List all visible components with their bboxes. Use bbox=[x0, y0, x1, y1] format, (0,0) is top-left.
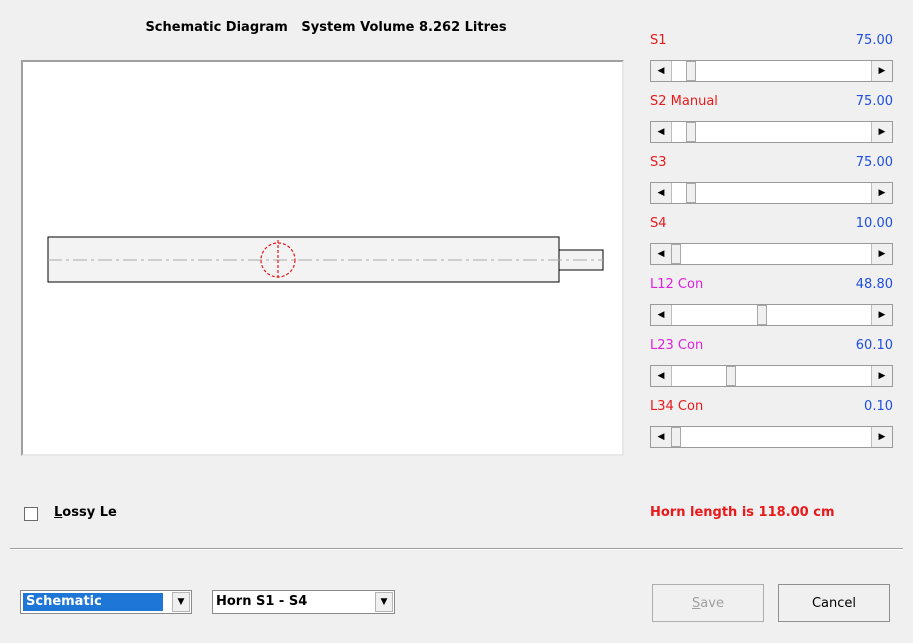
slider-thumb[interactable] bbox=[757, 305, 767, 325]
slider-scrollbar[interactable]: ◀ ▶ bbox=[650, 243, 893, 265]
cancel-button[interactable]: Cancel bbox=[778, 584, 890, 622]
schematic-canvas bbox=[21, 60, 624, 456]
arrow-left-icon[interactable]: ◀ bbox=[651, 122, 672, 142]
slider-thumb[interactable] bbox=[686, 122, 696, 142]
arrow-left-icon[interactable]: ◀ bbox=[651, 305, 672, 325]
slider-scrollbar[interactable]: ◀ ▶ bbox=[650, 121, 893, 143]
slider-value: 75.00 bbox=[855, 33, 893, 48]
horn-schematic bbox=[47, 236, 604, 283]
save-accelerator: S bbox=[692, 595, 701, 611]
lossy-checkbox[interactable] bbox=[24, 507, 38, 521]
view-select[interactable]: Schematic ▼ bbox=[20, 590, 192, 614]
horn-length-status: Horn length is 118.00 cm bbox=[650, 505, 835, 520]
arrow-right-icon[interactable]: ▶ bbox=[871, 244, 892, 264]
slider-value: 75.00 bbox=[855, 155, 893, 170]
slider-label: L23 Con bbox=[650, 338, 704, 353]
arrow-left-icon[interactable]: ◀ bbox=[651, 61, 672, 81]
arrow-right-icon[interactable]: ▶ bbox=[871, 427, 892, 447]
slider-label: S3 bbox=[650, 155, 667, 170]
slider-scrollbar[interactable]: ◀ ▶ bbox=[650, 182, 893, 204]
page-title: Schematic Diagram System Volume 8.262 Li… bbox=[145, 20, 507, 35]
slider-label: S4 bbox=[650, 216, 667, 231]
divider bbox=[10, 548, 903, 550]
slider-scrollbar[interactable]: ◀ ▶ bbox=[650, 365, 893, 387]
section-select-value: Horn S1 - S4 bbox=[216, 594, 308, 609]
slider-thumb[interactable] bbox=[671, 244, 681, 264]
slider-label: S2 Manual bbox=[650, 94, 718, 109]
slider-value: 0.10 bbox=[864, 399, 893, 414]
arrow-left-icon[interactable]: ◀ bbox=[651, 427, 672, 447]
slider-scrollbar[interactable]: ◀ ▶ bbox=[650, 60, 893, 82]
save-label: ave bbox=[700, 595, 724, 611]
arrow-left-icon[interactable]: ◀ bbox=[651, 366, 672, 386]
slider-scrollbar[interactable]: ◀ ▶ bbox=[650, 304, 893, 326]
arrow-right-icon[interactable]: ▶ bbox=[871, 183, 892, 203]
arrow-right-icon[interactable]: ▶ bbox=[871, 122, 892, 142]
arrow-left-icon[interactable]: ◀ bbox=[651, 183, 672, 203]
arrow-right-icon[interactable]: ▶ bbox=[871, 61, 892, 81]
slider-scrollbar[interactable]: ◀ ▶ bbox=[650, 426, 893, 448]
slider-value: 60.10 bbox=[855, 338, 893, 353]
arrow-left-icon[interactable]: ◀ bbox=[651, 244, 672, 264]
chevron-down-icon[interactable]: ▼ bbox=[375, 592, 393, 612]
arrow-right-icon[interactable]: ▶ bbox=[871, 305, 892, 325]
slider-thumb[interactable] bbox=[686, 61, 696, 81]
slider-label: L34 Con bbox=[650, 399, 704, 414]
chevron-down-icon[interactable]: ▼ bbox=[172, 592, 190, 612]
slider-thumb[interactable] bbox=[726, 366, 736, 386]
view-select-value: Schematic bbox=[23, 593, 163, 611]
arrow-right-icon[interactable]: ▶ bbox=[871, 366, 892, 386]
save-button[interactable]: Save bbox=[652, 584, 764, 622]
slider-value: 10.00 bbox=[855, 216, 893, 231]
lossy-label-text: ossy Le bbox=[62, 505, 117, 520]
slider-thumb[interactable] bbox=[671, 427, 681, 447]
slider-label: S1 bbox=[650, 33, 667, 48]
slider-thumb[interactable] bbox=[686, 183, 696, 203]
lossy-checkbox-label[interactable]: Lossy Le bbox=[54, 505, 117, 520]
slider-label: L12 Con bbox=[650, 277, 704, 292]
slider-value: 48.80 bbox=[855, 277, 893, 292]
slider-value: 75.00 bbox=[855, 94, 893, 109]
section-select[interactable]: Horn S1 - S4 ▼ bbox=[212, 590, 395, 614]
